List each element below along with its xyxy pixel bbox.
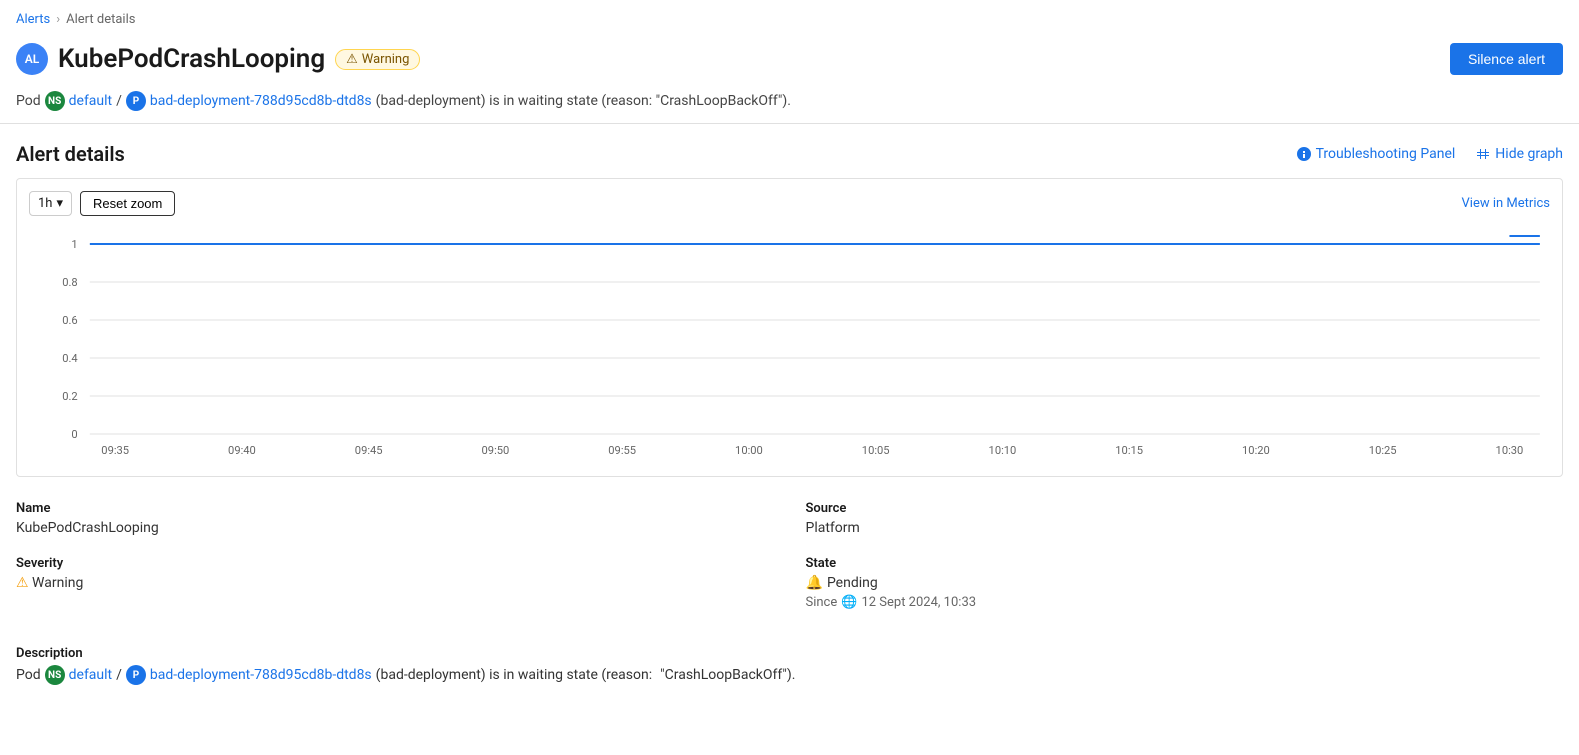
ns-link[interactable]: default <box>69 93 113 109</box>
svg-text:10:30: 10:30 <box>1496 444 1524 457</box>
severity-text: Warning <box>32 575 83 591</box>
desc-reason: "CrashLoopBackOff"). <box>660 667 795 683</box>
description-section: Description Pod NS default / P bad-deplo… <box>0 630 1579 685</box>
desc-pod-prefix: Pod <box>16 667 41 683</box>
severity-label: Severity <box>16 556 774 571</box>
since-label: Since <box>806 595 838 610</box>
source-section: Source Platform <box>790 501 1564 556</box>
svg-text:10:10: 10:10 <box>989 444 1017 457</box>
breadcrumb-separator: › <box>56 12 60 27</box>
svg-text:09:55: 09:55 <box>608 444 636 457</box>
svg-text:09:35: 09:35 <box>101 444 129 457</box>
severity-value: ⚠ Warning <box>16 575 774 591</box>
hide-graph-link[interactable]: Hide graph <box>1475 146 1563 162</box>
svg-text:0.2: 0.2 <box>62 390 77 403</box>
details-grid: Name KubePodCrashLooping Source Platform… <box>0 477 1579 630</box>
pod-separator: / <box>116 93 122 109</box>
time-select[interactable]: 1h ▾ <box>29 191 72 216</box>
description-label: Description <box>16 646 1563 661</box>
svg-text:09:45: 09:45 <box>355 444 383 457</box>
svg-text:0: 0 <box>71 428 77 441</box>
desc-separator: / <box>116 667 122 683</box>
reset-zoom-button[interactable]: Reset zoom <box>80 191 175 216</box>
svg-text:10:20: 10:20 <box>1242 444 1270 457</box>
hide-graph-icon <box>1475 146 1491 162</box>
svg-text:10:15: 10:15 <box>1115 444 1143 457</box>
chart-svg: 1 0.8 0.6 0.4 0.2 0 09:35 09:40 09:45 09… <box>29 224 1550 464</box>
name-value: KubePodCrashLooping <box>16 520 774 536</box>
severity-icon: ⚠ <box>16 575 29 591</box>
chart-area: 1 0.8 0.6 0.4 0.2 0 09:35 09:40 09:45 09… <box>29 224 1550 464</box>
hide-graph-label: Hide graph <box>1495 146 1563 162</box>
desc-pod-link[interactable]: bad-deployment-788d95cd8b-dtd8s <box>150 667 372 683</box>
warning-label: Warning <box>362 52 410 67</box>
svg-text:10:25: 10:25 <box>1369 444 1397 457</box>
severity-section: Severity ⚠ Warning <box>16 556 790 630</box>
alert-title: KubePodCrashLooping <box>58 44 325 74</box>
source-value: Platform <box>806 520 1564 536</box>
troubleshooting-label: Troubleshooting Panel <box>1316 146 1456 162</box>
svg-text:10:05: 10:05 <box>862 444 890 457</box>
source-label: Source <box>806 501 1564 516</box>
description-content: Pod NS default / P bad-deployment-788d95… <box>16 665 1563 685</box>
header-actions: Troubleshooting Panel Hide graph <box>1296 146 1563 162</box>
pod-badge: P <box>126 91 146 111</box>
svg-text:09:50: 09:50 <box>482 444 510 457</box>
state-section: State 🔔 Pending Since 🌐 12 Sept 2024, 10… <box>790 556 1564 630</box>
name-section: Name KubePodCrashLooping <box>16 501 790 556</box>
chevron-down-icon: ▾ <box>56 196 63 211</box>
alert-header: AL KubePodCrashLooping ⚠ Warning Silence… <box>0 35 1579 87</box>
svg-text:09:40: 09:40 <box>228 444 256 457</box>
avatar: AL <box>16 43 48 75</box>
desc-suffix: (bad-deployment) is in waiting state (re… <box>376 667 652 683</box>
alert-details-title: Alert details <box>16 142 125 166</box>
view-metrics-link[interactable]: View in Metrics <box>1462 196 1550 211</box>
warning-icon: ⚠ <box>346 52 358 67</box>
desc-ns-link[interactable]: default <box>69 667 113 683</box>
breadcrumb-alerts-link[interactable]: Alerts <box>16 12 50 27</box>
globe-icon: 🌐 <box>841 595 857 610</box>
since-value: 12 Sept 2024, 10:33 <box>861 595 976 610</box>
alert-details-header: Alert details Troubleshooting Panel Hide… <box>0 124 1579 178</box>
desc-pod-badge: P <box>126 665 146 685</box>
bell-icon: 🔔 <box>806 575 823 591</box>
state-label: State <box>806 556 1564 571</box>
svg-text:0.4: 0.4 <box>62 352 77 365</box>
svg-text:1: 1 <box>71 238 77 251</box>
troubleshooting-icon <box>1296 146 1312 162</box>
breadcrumb: Alerts › Alert details <box>0 0 1579 35</box>
silence-alert-button[interactable]: Silence alert <box>1450 43 1563 75</box>
state-value: 🔔 Pending <box>806 575 878 591</box>
svg-text:0.8: 0.8 <box>62 276 77 289</box>
chart-toolbar: 1h ▾ Reset zoom View in Metrics <box>29 191 1550 216</box>
state-text: Pending <box>827 575 878 591</box>
pod-link[interactable]: bad-deployment-788d95cd8b-dtd8s <box>150 93 372 109</box>
pod-description-text: (bad-deployment) is in waiting state (re… <box>376 93 791 109</box>
since-text: Since 🌐 12 Sept 2024, 10:33 <box>806 595 1564 610</box>
chart-toolbar-left: 1h ▾ Reset zoom <box>29 191 175 216</box>
pod-description-line: Pod NS default / P bad-deployment-788d95… <box>0 87 1579 123</box>
time-select-value: 1h <box>38 196 52 211</box>
name-label: Name <box>16 501 774 516</box>
breadcrumb-current: Alert details <box>66 12 135 27</box>
warning-badge: ⚠ Warning <box>335 49 420 70</box>
pod-prefix: Pod <box>16 93 41 109</box>
desc-ns-badge: NS <box>45 665 65 685</box>
ns-badge: NS <box>45 91 65 111</box>
svg-text:0.6: 0.6 <box>62 314 77 327</box>
troubleshooting-panel-link[interactable]: Troubleshooting Panel <box>1296 146 1456 162</box>
header-left: AL KubePodCrashLooping ⚠ Warning <box>16 43 420 75</box>
svg-text:10:00: 10:00 <box>735 444 763 457</box>
chart-container: 1h ▾ Reset zoom View in Metrics 1 0.8 0.… <box>16 178 1563 477</box>
